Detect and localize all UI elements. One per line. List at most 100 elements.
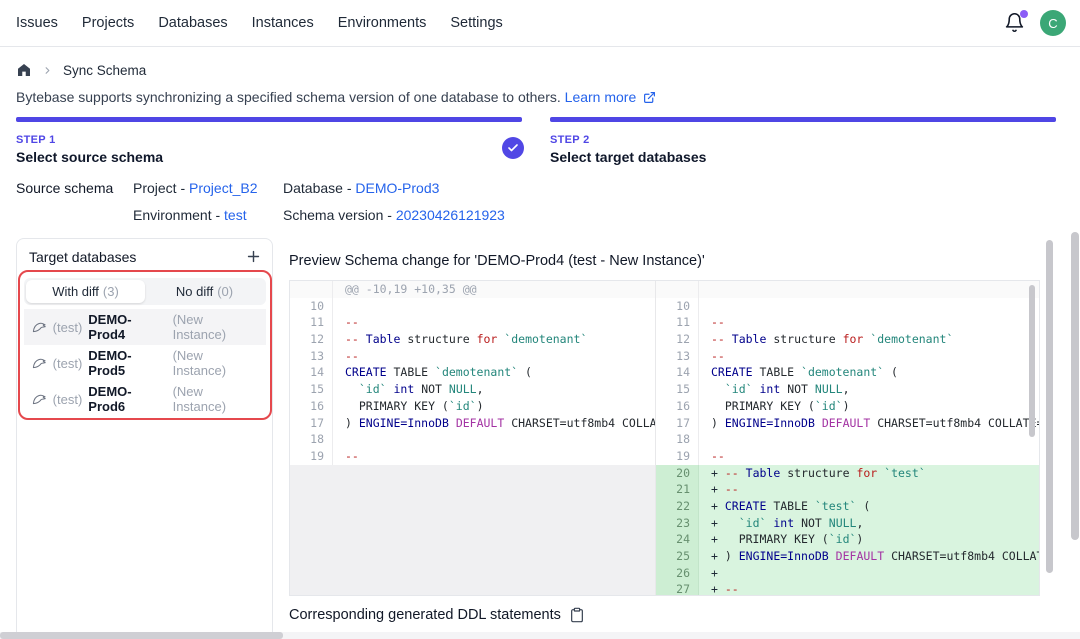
intro-text: Bytebase supports synchronizing a specif… [16,89,656,105]
target-db-item-demo-prod5[interactable]: (test)DEMO-Prod5(New Instance) [24,345,266,381]
code-content: -- [333,314,655,331]
line-number: 10 [656,298,699,315]
home-icon[interactable] [16,62,32,78]
database-link[interactable]: DEMO-Prod3 [355,180,439,196]
copy-icon[interactable] [569,607,585,623]
line-number: 11 [656,314,699,331]
nav-item-instances[interactable]: Instances [252,15,314,31]
code-content [699,431,1039,448]
line-number: 17 [656,415,699,432]
diff-line: 21+ -- [656,481,1039,498]
project-label: Project - [133,180,189,196]
notifications-button[interactable] [1004,12,1026,34]
page-scrollbar[interactable] [1071,232,1079,540]
schema-version-link[interactable]: 20230426121923 [396,207,505,223]
diff-line: 12-- Table structure for `demotenant` [656,331,1039,348]
code-content: ) ENGINE=InnoDB DEFAULT CHARSET=utf8mb4 … [333,415,655,432]
check-icon [507,142,519,154]
code-content: + ) ENGINE=InnoDB DEFAULT CHARSET=utf8mb… [699,548,1039,565]
line-number: 13 [290,348,333,365]
diff-line: 19-- [656,448,1039,465]
horizontal-scrollbar-thumb[interactable] [0,632,283,639]
nav-item-issues[interactable]: Issues [16,15,58,31]
line-number [290,281,333,298]
line-number: 21 [656,481,699,498]
line-number: 14 [656,364,699,381]
nav-item-settings[interactable]: Settings [450,15,502,31]
notification-dot [1020,10,1028,18]
code-content [333,298,655,315]
line-number: 27 [656,581,699,595]
ddl-statements-section: Corresponding generated DDL statements [289,607,585,623]
db-instance-suffix: (New Instance) [173,348,258,378]
diff-line: 27+ -- [656,581,1039,595]
target-databases-highlight-box: With diff (3) No diff(0) (test)DEMO-Prod4(… [18,270,272,420]
project-link[interactable]: Project_B2 [189,180,257,196]
code-content: -- Table structure for `demotenant` [333,331,655,348]
source-database: Database - DEMO-Prod3 [283,180,439,196]
diff-hunk-row: @@ -10,19 +10,35 @@ [290,281,655,298]
db-environment: (test) [53,392,83,407]
diff-filter-tabs: With diff (3) No diff(0) [24,278,266,305]
diff-line: 14CREATE TABLE `demotenant` ( [290,364,655,381]
target-db-item-demo-prod4[interactable]: (test)DEMO-Prod4(New Instance) [24,309,266,345]
line-number: 13 [656,348,699,365]
line-number: 25 [656,548,699,565]
source-project: Project - Project_B2 [133,180,258,196]
diff-scrollbar[interactable] [1029,285,1035,437]
db-name: DEMO-Prod6 [88,384,166,414]
diff-line: 26+ [656,565,1039,582]
environment-label: Environment - [133,207,224,223]
diff-hunk-row [656,281,1039,298]
line-number [656,281,699,298]
external-link-icon[interactable] [643,91,656,104]
environment-link[interactable]: test [224,207,247,223]
intro-description: Bytebase supports synchronizing a specif… [16,89,561,105]
line-number: 10 [290,298,333,315]
line-number: 16 [656,398,699,415]
nav-item-projects[interactable]: Projects [82,15,134,31]
db-instance-suffix: (New Instance) [173,312,258,342]
code-content: + CREATE TABLE `test` ( [699,498,1039,515]
diff-line: 11-- [656,314,1039,331]
diff-line: 18 [290,431,655,448]
nav-item-environments[interactable]: Environments [338,15,427,31]
code-content: + [699,565,1039,582]
nav-item-databases[interactable]: Databases [158,15,227,31]
tab-count: (3) [103,284,119,299]
tab-label: With diff [52,284,99,299]
plus-icon[interactable] [245,248,262,265]
line-number: 24 [656,531,699,548]
diff-line: 25+ ) ENGINE=InnoDB DEFAULT CHARSET=utf8… [656,548,1039,565]
breadcrumb-page-title: Sync Schema [63,63,146,78]
target-databases-title: Target databases [29,249,136,265]
code-content: -- [333,448,655,465]
tab-with-diff[interactable]: With diff (3) [26,280,145,303]
line-number: 19 [290,448,333,465]
target-db-item-demo-prod6[interactable]: (test) DEMO-Prod6(New Instance) [24,381,266,417]
mysql-icon [32,320,47,335]
diff-line: 15 `id` int NOT NULL, [656,381,1039,398]
diff-line: 12-- Table structure for `demotenant` [290,331,655,348]
preview-title: Preview Schema change for 'DEMO-Prod4 (t… [289,253,705,269]
diff-pane-source: @@ -10,19 +10,35 @@1011--12-- Table stru… [290,281,656,595]
step2-title: Select target databases [550,149,706,165]
db-environment: (test) [53,356,83,371]
diff-line: 17) ENGINE=InnoDB DEFAULT CHARSET=utf8mb… [290,415,655,432]
diff-line: 13-- [656,348,1039,365]
avatar[interactable]: C [1040,10,1066,36]
content-scrollbar[interactable] [1046,240,1053,573]
code-content: + `id` int NOT NULL, [699,515,1039,532]
db-instance-suffix: (New Instance) [173,384,258,414]
tab-count: (0) [217,284,233,299]
source-schema-label: Source schema [16,180,113,196]
diff-line: 11-- [290,314,655,331]
source-schema-version: Schema version - 20230426121923 [283,207,505,223]
tab-no-diff[interactable]: No diff(0) [145,280,264,303]
code-content: PRIMARY KEY (`id`) [699,398,1039,415]
code-content: CREATE TABLE `demotenant` ( [699,364,1039,381]
diff-line: 23+ `id` int NOT NULL, [656,515,1039,532]
learn-more-link[interactable]: Learn more [565,89,637,105]
line-number: 20 [656,465,699,482]
diff-line: 22+ CREATE TABLE `test` ( [656,498,1039,515]
